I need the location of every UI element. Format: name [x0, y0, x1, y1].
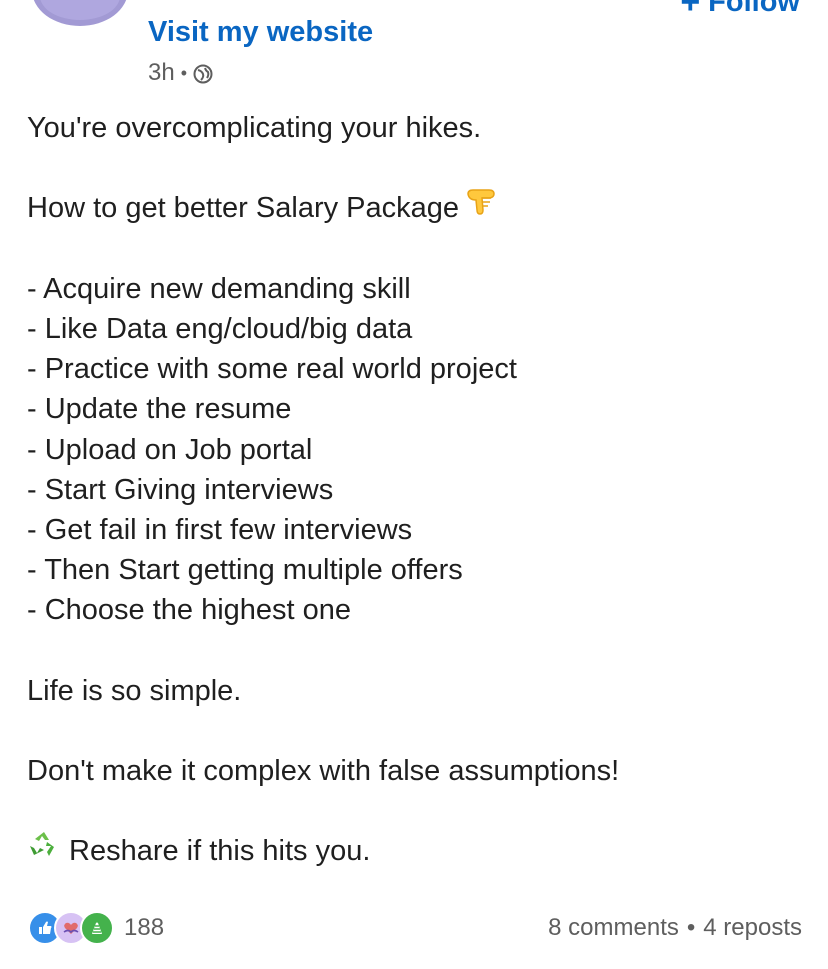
post-time: 3h	[148, 59, 175, 86]
plus-icon: +	[680, 0, 701, 21]
post-line: - Acquire new demanding skill	[27, 272, 411, 305]
post-line: Reshare if this hits you.	[27, 831, 802, 871]
author-avatar[interactable]	[32, 0, 128, 26]
celebrate-icon	[80, 911, 114, 945]
visit-website-link[interactable]: Visit my website	[148, 16, 373, 49]
globe-icon	[193, 63, 213, 84]
post-line: - Practice with some real world project	[27, 353, 517, 386]
meta-separator: •	[180, 62, 188, 83]
reactions-summary[interactable]: 188	[28, 911, 164, 945]
post-line: - Choose the highest one	[27, 594, 352, 627]
reposts-count[interactable]: 4 reposts	[703, 914, 802, 942]
post-line: You're overcomplicating your hikes.	[27, 112, 482, 144]
post-line: - Get fail in first few interviews	[27, 513, 413, 546]
post-line: - Update the resume	[27, 393, 292, 426]
post-line: - Upload on Job portal	[27, 433, 313, 466]
reaction-icons	[28, 911, 114, 945]
post-line: - Like Data eng/cloud/big data	[27, 312, 413, 345]
post-card: + Follow Visit my website 3h • You're ov…	[0, 0, 828, 969]
comments-count[interactable]: 8 comments	[548, 914, 679, 942]
recycle-icon	[27, 829, 61, 870]
post-line: Don't make it complex with false assumpt…	[27, 755, 620, 787]
post-line: - Start Giving interviews	[27, 473, 334, 506]
post-line: - Then Start getting multiple offers	[27, 554, 463, 587]
reaction-count: 188	[124, 914, 165, 941]
post-meta: 3h •	[148, 58, 213, 88]
follow-button[interactable]: + Follow	[680, 0, 800, 20]
post-line: How to get better Salary Package	[27, 188, 802, 228]
engagement-separator: •	[686, 914, 696, 941]
post-line: Life is so simple.	[27, 674, 242, 707]
engagement-stats: 8 comments • 4 reposts	[548, 914, 802, 942]
post-body: You're overcomplicating your hikes. How …	[27, 108, 802, 872]
post-footer: 188 8 comments • 4 reposts	[28, 908, 802, 948]
follow-label: Follow	[708, 0, 800, 18]
backhand-index-pointing-down-icon	[465, 186, 499, 227]
